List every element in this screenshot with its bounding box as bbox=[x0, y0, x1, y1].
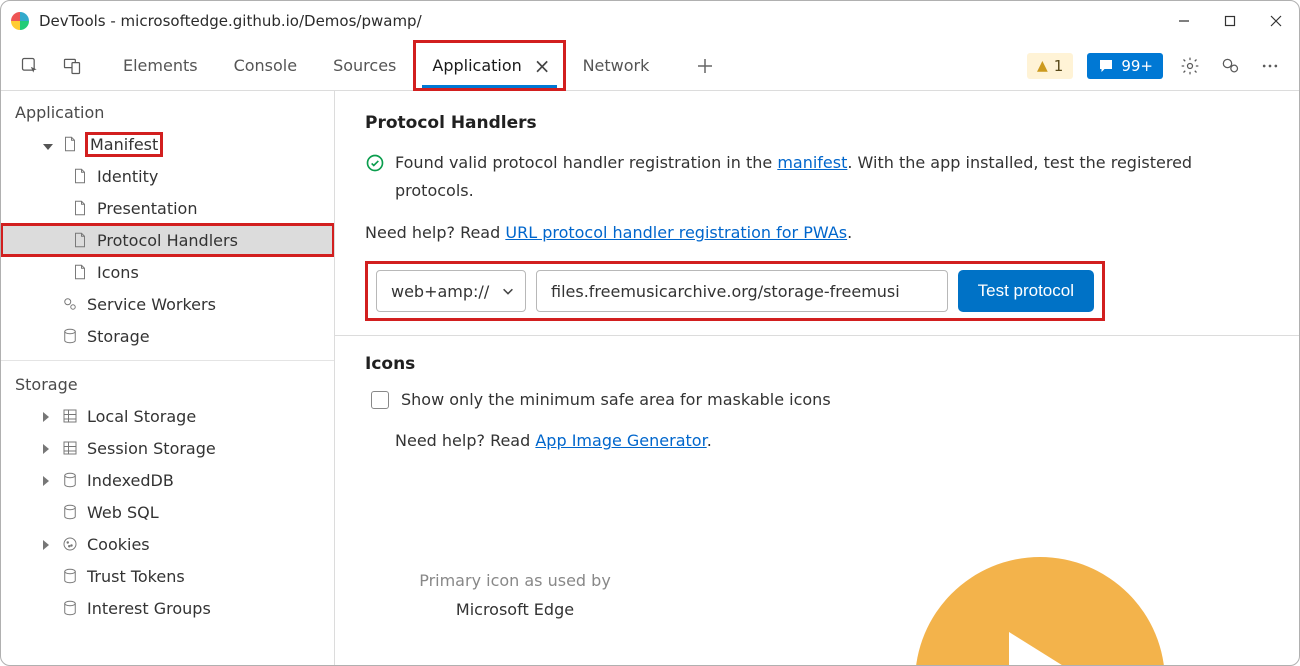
close-window-button[interactable] bbox=[1253, 1, 1299, 41]
feedback-icon[interactable] bbox=[1217, 53, 1243, 79]
icons-help-link[interactable]: App Image Generator bbox=[535, 431, 706, 450]
devtools-app-icon bbox=[11, 12, 29, 30]
gears-icon bbox=[61, 295, 79, 313]
sidebar-item-web-sql[interactable]: Web SQL bbox=[1, 496, 334, 528]
sidebar-section-application: Application bbox=[1, 97, 334, 128]
database-icon bbox=[61, 503, 79, 521]
valid-registration-text: Found valid protocol handler registratio… bbox=[395, 149, 1269, 205]
main-panel: Protocol Handlers Found valid protocol h… bbox=[335, 91, 1299, 665]
maximize-button[interactable] bbox=[1207, 1, 1253, 41]
maskable-checkbox[interactable] bbox=[371, 391, 389, 409]
file-icon bbox=[71, 263, 89, 281]
warning-icon: ▲ bbox=[1037, 58, 1048, 74]
help-text-proto: Need help? Read URL protocol handler reg… bbox=[365, 219, 1269, 247]
more-icon[interactable] bbox=[1257, 53, 1283, 79]
proto-help-link[interactable]: URL protocol handler registration for PW… bbox=[505, 223, 847, 242]
sidebar-item-manifest[interactable]: Manifest bbox=[1, 128, 334, 160]
chat-icon bbox=[1097, 57, 1115, 75]
primary-icon-caption: Primary icon as used by Microsoft Edge bbox=[385, 571, 645, 619]
help-text-icons: Need help? Read App Image Generator. bbox=[395, 427, 1269, 455]
sidebar-section-storage: Storage bbox=[1, 369, 334, 400]
caret-right-icon[interactable] bbox=[43, 471, 53, 490]
grid-icon bbox=[61, 407, 79, 425]
protocol-url-input[interactable]: files.freemusicarchive.org/storage-freem… bbox=[536, 270, 948, 312]
sidebar-item-presentation[interactable]: Presentation bbox=[1, 192, 334, 224]
sidebar-item-indexeddb[interactable]: IndexedDB bbox=[1, 464, 334, 496]
caret-right-icon[interactable] bbox=[43, 535, 53, 554]
close-tab-icon[interactable]: × bbox=[534, 56, 551, 76]
cookie-icon bbox=[61, 535, 79, 553]
test-protocol-button[interactable]: Test protocol bbox=[958, 270, 1094, 312]
database-icon bbox=[61, 471, 79, 489]
caret-right-icon[interactable] bbox=[43, 439, 53, 458]
sidebar-item-interest-groups[interactable]: Interest Groups bbox=[1, 592, 334, 624]
database-icon bbox=[61, 599, 79, 617]
file-icon bbox=[71, 199, 89, 217]
protocol-test-row: web+amp:// files.freemusicarchive.org/st… bbox=[365, 261, 1105, 321]
manifest-link[interactable]: manifest bbox=[777, 153, 847, 172]
database-icon bbox=[61, 327, 79, 345]
icons-heading: Icons bbox=[365, 354, 1269, 374]
tab-network[interactable]: Network bbox=[565, 41, 668, 90]
sidebar-item-cookies[interactable]: Cookies bbox=[1, 528, 334, 560]
chevron-down-icon bbox=[501, 284, 515, 298]
file-icon bbox=[71, 231, 89, 249]
messages-badge[interactable]: 99+ bbox=[1087, 53, 1163, 79]
protocol-select[interactable]: web+amp:// bbox=[376, 270, 526, 312]
protocol-handlers-heading: Protocol Handlers bbox=[365, 113, 1269, 133]
tab-application[interactable]: Application × bbox=[414, 41, 564, 90]
maskable-label: Show only the minimum safe area for mask… bbox=[401, 390, 831, 409]
minimize-button[interactable] bbox=[1161, 1, 1207, 41]
settings-gear-icon[interactable] bbox=[1177, 53, 1203, 79]
sidebar-item-identity[interactable]: Identity bbox=[1, 160, 334, 192]
sidebar-item-service-workers[interactable]: Service Workers bbox=[1, 288, 334, 320]
tab-console[interactable]: Console bbox=[216, 41, 316, 90]
sidebar-item-storage[interactable]: Storage bbox=[1, 320, 334, 352]
tab-elements[interactable]: Elements bbox=[105, 41, 216, 90]
file-icon bbox=[61, 135, 79, 153]
issues-badge[interactable]: ▲ 1 bbox=[1027, 53, 1073, 79]
tab-sources[interactable]: Sources bbox=[315, 41, 414, 90]
sidebar-item-session-storage[interactable]: Session Storage bbox=[1, 432, 334, 464]
caret-down-icon[interactable] bbox=[43, 135, 53, 154]
sidebar-item-icons[interactable]: Icons bbox=[1, 256, 334, 288]
sidebar-item-trust-tokens[interactable]: Trust Tokens bbox=[1, 560, 334, 592]
inspect-element-icon[interactable] bbox=[13, 49, 47, 83]
sidebar-item-local-storage[interactable]: Local Storage bbox=[1, 400, 334, 432]
sidebar-item-protocol-handlers[interactable]: Protocol Handlers bbox=[1, 224, 334, 256]
grid-icon bbox=[61, 439, 79, 457]
window-title: DevTools - microsoftedge.github.io/Demos… bbox=[39, 12, 422, 30]
database-icon bbox=[61, 567, 79, 585]
file-icon bbox=[71, 167, 89, 185]
new-tab-button[interactable] bbox=[687, 48, 723, 84]
device-toggle-icon[interactable] bbox=[55, 49, 89, 83]
check-circle-icon bbox=[365, 153, 385, 173]
caret-right-icon[interactable] bbox=[43, 407, 53, 426]
